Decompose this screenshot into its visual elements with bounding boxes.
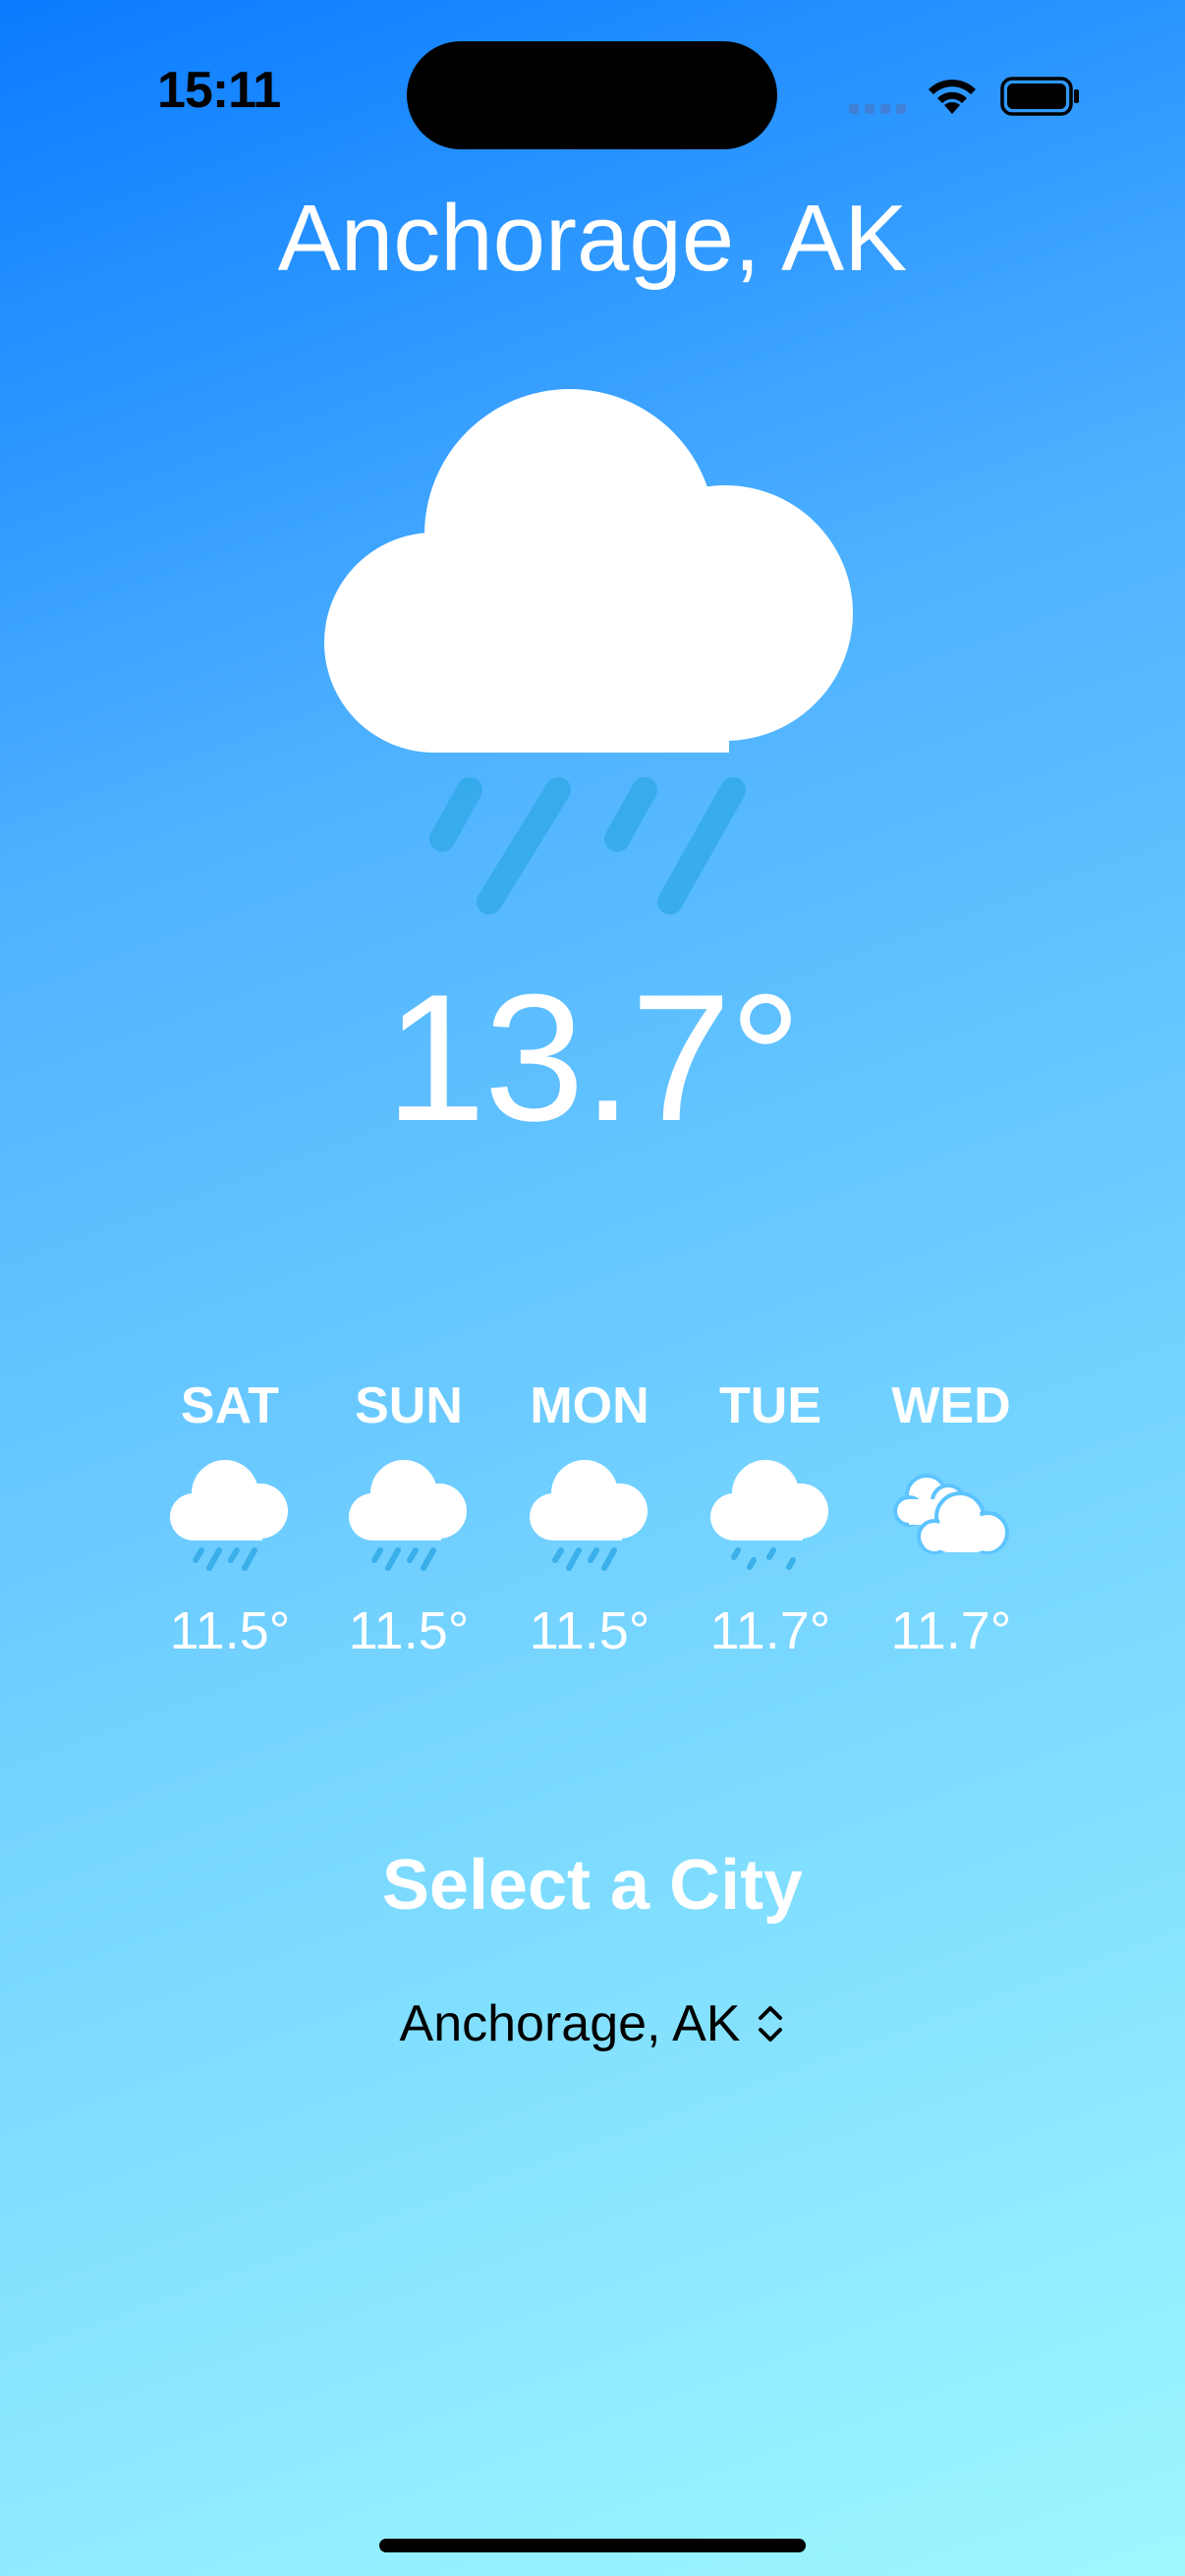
- cloud-rain-icon: [324, 389, 853, 915]
- forecast-temp: 11.7°: [890, 1601, 1012, 1660]
- cloud-rain-icon: [530, 1460, 648, 1571]
- forecast-day: TUE 11.7°: [692, 1372, 849, 1662]
- current-temperature: 13.7°: [385, 956, 802, 1158]
- select-city-title: Select a City: [381, 1846, 804, 1925]
- forecast-day-name: SAT: [180, 1377, 280, 1434]
- forecast-temp: 11.7°: [709, 1601, 831, 1660]
- cloud-rain-icon: [349, 1460, 467, 1571]
- forecast-day: SUN 11.5°: [330, 1372, 487, 1662]
- city-picker[interactable]: Anchorage, AK: [0, 1994, 1185, 2053]
- forecast-day-name: SUN: [355, 1377, 463, 1434]
- city-picker-value: Anchorage, AK: [399, 1995, 741, 2052]
- battery-icon: [1000, 77, 1079, 116]
- forecast-day-name: WED: [891, 1377, 1011, 1434]
- status-time: 15:11: [157, 62, 281, 119]
- dynamic-island: [407, 41, 777, 149]
- city-title: Anchorage, AK: [277, 186, 908, 291]
- forecast-temp: 11.5°: [169, 1601, 291, 1660]
- home-indicator[interactable]: [379, 2539, 806, 2552]
- clouds-icon: [893, 1474, 1009, 1554]
- forecast-temp: 11.5°: [529, 1601, 650, 1660]
- forecast-list: SAT 11.5° SUN 11.5° MON 11.5° TUE 11.7° …: [0, 1372, 1185, 1696]
- cellular-signal-icon: [849, 104, 906, 114]
- cloud-drizzle-icon: [710, 1460, 828, 1570]
- wifi-icon: [929, 80, 976, 114]
- chevron-up-down-icon: [759, 2006, 783, 2042]
- forecast-day: SAT 11.5°: [151, 1372, 309, 1662]
- forecast-day-name: MON: [530, 1377, 649, 1434]
- forecast-day-name: TUE: [719, 1377, 821, 1434]
- forecast-day: WED 11.7°: [873, 1372, 1030, 1662]
- forecast-day: MON 11.5°: [511, 1372, 668, 1662]
- weather-screen: 15:11 Anchorage, AK 13.7° SAT 11.5° SUN …: [0, 0, 1185, 2576]
- forecast-temp: 11.5°: [348, 1601, 470, 1660]
- cloud-rain-icon: [170, 1460, 288, 1571]
